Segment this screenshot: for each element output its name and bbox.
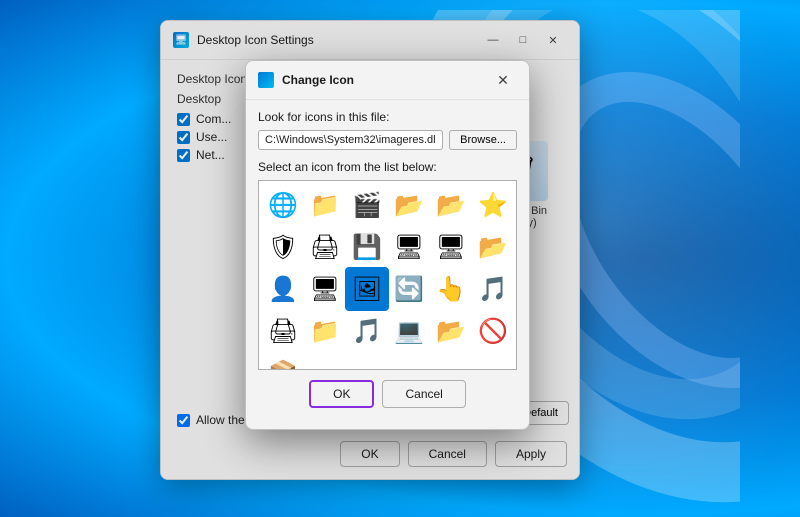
icon-cell-5[interactable]: ⭐ <box>473 185 513 225</box>
icon-cell-21[interactable]: 💻 <box>389 311 429 351</box>
icon-cell-20[interactable]: 🎵 <box>347 311 387 351</box>
icon-cell-22[interactable]: 📂 <box>431 311 471 351</box>
icon-cell-13[interactable]: 🖥 <box>305 269 345 309</box>
icon-cell-18[interactable]: 🖨 <box>263 311 303 351</box>
icon-cell-6[interactable]: 🛡 <box>263 227 303 267</box>
change-icon-close-button[interactable]: ✕ <box>489 69 517 91</box>
icon-cell-8[interactable]: 💾 <box>347 227 387 267</box>
browse-button[interactable]: Browse... <box>449 130 517 150</box>
select-icon-label: Select an icon from the list below: <box>258 160 517 174</box>
icon-cell-15[interactable]: 🔄 <box>389 269 429 309</box>
icon-cell-14[interactable]: 🖼 <box>347 269 387 309</box>
look-for-label: Look for icons in this file: <box>258 110 517 124</box>
icon-cell-1[interactable]: 📁 <box>305 185 345 225</box>
icon-grid-container[interactable]: 🌐📁🎬📂📂⭐🛡🖨💾🖥🖥📂👤🖥🖼🔄👆🎵🖨📁🎵💻📂🚫📦 <box>258 180 517 370</box>
icon-cell-3[interactable]: 📂 <box>389 185 429 225</box>
change-icon-dialog: Change Icon ✕ Look for icons in this fil… <box>245 60 530 430</box>
icon-grid: 🌐📁🎬📂📂⭐🛡🖨💾🖥🖥📂👤🖥🖼🔄👆🎵🖨📁🎵💻📂🚫📦 <box>259 181 516 370</box>
icon-cell-2[interactable]: 🎬 <box>347 185 387 225</box>
icon-cell-24[interactable]: 📦 <box>263 353 303 370</box>
icon-cell-4[interactable]: 📂 <box>431 185 471 225</box>
change-icon-title: Change Icon <box>282 73 489 87</box>
change-icon-buttons: OK Cancel <box>258 380 517 408</box>
change-icon-body: Look for icons in this file: Browse... S… <box>246 100 529 418</box>
change-icon-window-icon <box>258 72 274 88</box>
file-input-row: Browse... <box>258 130 517 150</box>
icon-cell-11[interactable]: 📂 <box>473 227 513 267</box>
icon-cell-0[interactable]: 🌐 <box>263 185 303 225</box>
icon-cell-12[interactable]: 👤 <box>263 269 303 309</box>
icon-cell-7[interactable]: 🖨 <box>305 227 345 267</box>
change-icon-titlebar: Change Icon ✕ <box>246 61 529 100</box>
change-icon-ok-button[interactable]: OK <box>309 380 374 408</box>
change-icon-cancel-button[interactable]: Cancel <box>382 380 465 408</box>
icon-cell-10[interactable]: 🖥 <box>431 227 471 267</box>
icon-cell-19[interactable]: 📁 <box>305 311 345 351</box>
icon-cell-9[interactable]: 🖥 <box>389 227 429 267</box>
icon-cell-23[interactable]: 🚫 <box>473 311 513 351</box>
icon-cell-16[interactable]: 👆 <box>431 269 471 309</box>
file-path-input[interactable] <box>258 130 443 150</box>
icon-cell-17[interactable]: 🎵 <box>473 269 513 309</box>
